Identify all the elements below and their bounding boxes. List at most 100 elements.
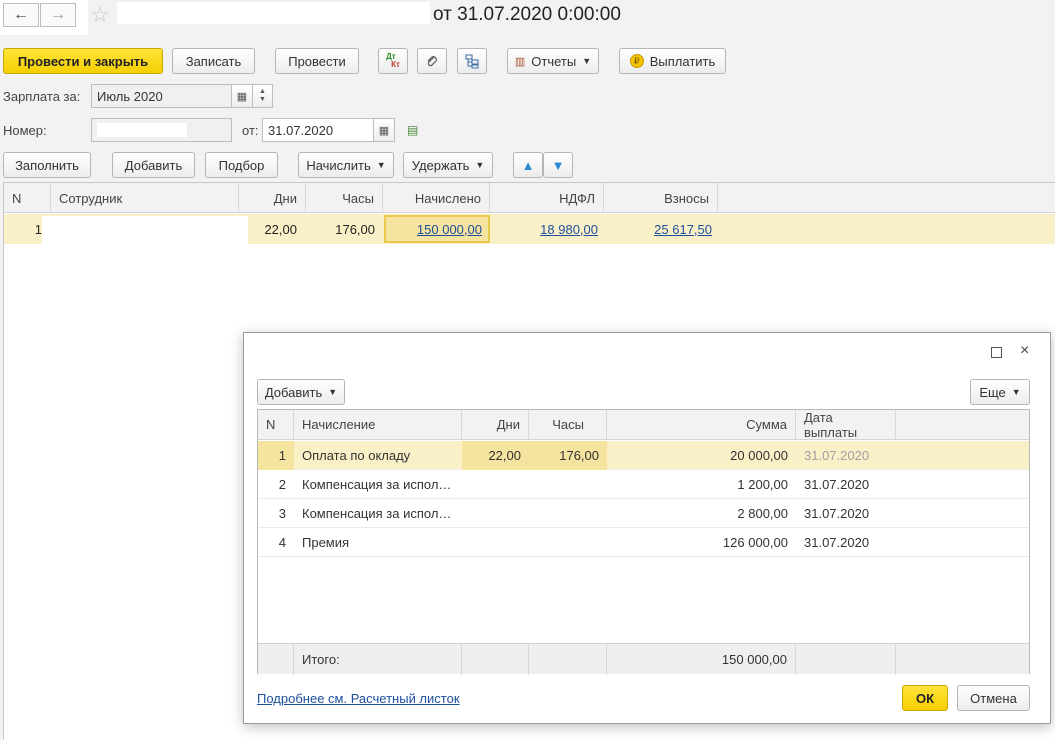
pick-button[interactable]: Подбор — [205, 152, 278, 178]
dcol-paydate[interactable]: Дата выплаты — [796, 410, 896, 440]
chevron-down-icon: ▼ — [1011, 387, 1021, 397]
row-days: 22,00 — [264, 221, 297, 237]
footer-hours — [529, 644, 607, 675]
table-row[interactable]: 1 22,00 176,00 150 000,00 18 980,00 25 6… — [4, 214, 1055, 246]
dialog-add-dropdown[interactable]: Добавить ▼ — [257, 379, 345, 405]
reports-dropdown[interactable]: ▥ Отчеты ▼ — [507, 48, 599, 74]
cell-n: 4 — [278, 535, 286, 550]
date-field[interactable]: 31.07.2020 — [262, 118, 374, 142]
cell-paydate: 31.07.2020 — [804, 535, 870, 550]
row-ndfl-link[interactable]: 18 980,00 — [490, 214, 604, 244]
row-accrued-link[interactable]: 150 000,00 — [384, 215, 490, 243]
save-button[interactable]: Записать — [172, 48, 255, 74]
redacted-title — [117, 2, 430, 24]
row-contrib-link[interactable]: 25 617,50 — [604, 214, 718, 244]
contrib-value[interactable]: 25 617,50 — [654, 222, 712, 237]
dcol-n[interactable]: N — [258, 410, 294, 440]
reports-label: Отчеты — [531, 53, 577, 69]
dialog-add-label: Добавить — [264, 384, 323, 400]
chevron-down-icon: ▼ — [328, 387, 338, 397]
footer-n — [258, 644, 294, 675]
ok-button[interactable]: ОК — [902, 685, 948, 711]
dcol-sum[interactable]: Сумма — [607, 410, 796, 440]
more-label: Еще — [979, 384, 1006, 400]
pay-label: Выплатить — [649, 53, 716, 69]
calendar-icon[interactable]: ▦ — [373, 118, 395, 142]
accruals-table: N Начисление Дни Часы Сумма Дата выплаты… — [257, 409, 1030, 675]
period-stepper[interactable]: ▲ ▼ — [252, 84, 273, 108]
forward-button[interactable]: → — [40, 3, 76, 27]
table-row[interactable]: 3 Компенсация за испол… 2 800,00 31.07.2… — [258, 499, 1029, 528]
withhold-dropdown[interactable]: Удержать ▼ — [403, 152, 493, 178]
col-days[interactable]: Дни — [239, 183, 306, 213]
dcol-empty — [896, 410, 1029, 440]
ndfl-value[interactable]: 18 980,00 — [540, 222, 598, 237]
cell-sum: 2 800,00 — [737, 506, 788, 521]
accrued-value[interactable]: 150 000,00 — [417, 222, 482, 237]
col-accrued[interactable]: Начислено — [383, 183, 490, 213]
col-ndfl[interactable]: НДФЛ — [490, 183, 604, 213]
chevron-down-icon: ▼ — [582, 56, 592, 66]
cell-n: 1 — [258, 441, 294, 470]
dcol-hours[interactable]: Часы — [529, 410, 607, 440]
col-hours[interactable]: Часы — [306, 183, 383, 213]
move-up-icon[interactable]: ▲ — [513, 152, 543, 178]
cell-accrual: Компенсация за испол… — [302, 477, 452, 492]
cell-n: 3 — [278, 506, 286, 521]
cell-accrual: Премия — [302, 535, 350, 550]
chevron-down-icon: ▼ — [475, 160, 485, 170]
dcol-accrual[interactable]: Начисление — [294, 410, 462, 440]
cell-n: 2 — [278, 477, 286, 492]
col-employee[interactable]: Сотрудник — [51, 183, 239, 213]
maximize-icon[interactable] — [991, 347, 1002, 358]
table-footer: Итого: 150 000,00 — [258, 643, 1029, 675]
kt-icon-label: Кт — [391, 60, 400, 69]
cell-hours: 176,00 — [529, 441, 607, 470]
number-label: Номер: — [3, 123, 47, 138]
payslip-link[interactable]: Подробнее см. Расчетный листок — [257, 691, 460, 706]
withhold-label: Удержать — [411, 157, 470, 173]
cell-accrual: Оплата по окладу — [302, 448, 411, 463]
post-button[interactable]: Провести — [275, 48, 359, 74]
attachment-icon[interactable] — [417, 48, 447, 74]
footer-total-sum: 150 000,00 — [607, 644, 796, 675]
ruble-coin-icon: ₽ — [629, 54, 644, 68]
table-row[interactable]: 4 Премия 126 000,00 31.07.2020 — [258, 528, 1029, 557]
document-title: от 31.07.2020 0:00:00 — [433, 4, 621, 25]
cell-paydate: 31.07.2020 — [804, 448, 870, 463]
footer-paydate — [796, 644, 896, 675]
table-row[interactable]: 2 Компенсация за испол… 1 200,00 31.07.2… — [258, 470, 1029, 499]
cell-sum: 1 200,00 — [737, 477, 788, 492]
comment-icon[interactable]: ▤ — [407, 123, 418, 137]
cell-sum: 20 000,00 — [730, 448, 788, 463]
col-n[interactable]: N — [4, 183, 51, 213]
cancel-button[interactable]: Отмена — [957, 685, 1030, 711]
chevron-down-icon: ▼ — [376, 160, 386, 170]
salary-period-label: Зарплата за: — [3, 89, 81, 104]
back-button[interactable]: ← — [3, 3, 39, 27]
footer-days — [462, 644, 529, 675]
favorite-star-icon[interactable]: ☆ — [90, 2, 110, 28]
col-contrib[interactable]: Взносы — [604, 183, 718, 213]
accruals-dialog: × Добавить ▼ Еще ▼ N Начисление Дни Часы С… — [243, 332, 1051, 724]
close-icon[interactable]: × — [1020, 342, 1029, 360]
table-row[interactable]: 1 Оплата по окладу 22,00 176,00 20 000,0… — [258, 441, 1029, 470]
move-down-icon[interactable]: ▼ — [543, 152, 573, 178]
add-button[interactable]: Добавить — [112, 152, 195, 178]
salary-period-field[interactable]: Июль 2020 — [91, 84, 232, 108]
dcol-days[interactable]: Дни — [462, 410, 529, 440]
accrue-label: Начислить — [306, 157, 371, 173]
footer-total-label: Итого: — [294, 644, 462, 675]
cell-days: 22,00 — [462, 441, 529, 470]
number-field[interactable] — [91, 118, 232, 142]
calendar-icon[interactable]: ▦ — [231, 84, 253, 108]
dt-kt-icon[interactable]: Дт Кт — [378, 48, 408, 74]
post-and-close-button[interactable]: Провести и закрыть — [3, 48, 163, 74]
cell-paydate: 31.07.2020 — [804, 477, 870, 492]
pay-button[interactable]: ₽ Выплатить — [619, 48, 726, 74]
fill-button[interactable]: Заполнить — [3, 152, 91, 178]
redacted-employee[interactable] — [42, 216, 248, 246]
structure-icon[interactable] — [457, 48, 487, 74]
accrue-dropdown[interactable]: Начислить ▼ — [298, 152, 394, 178]
more-dropdown[interactable]: Еще ▼ — [970, 379, 1030, 405]
